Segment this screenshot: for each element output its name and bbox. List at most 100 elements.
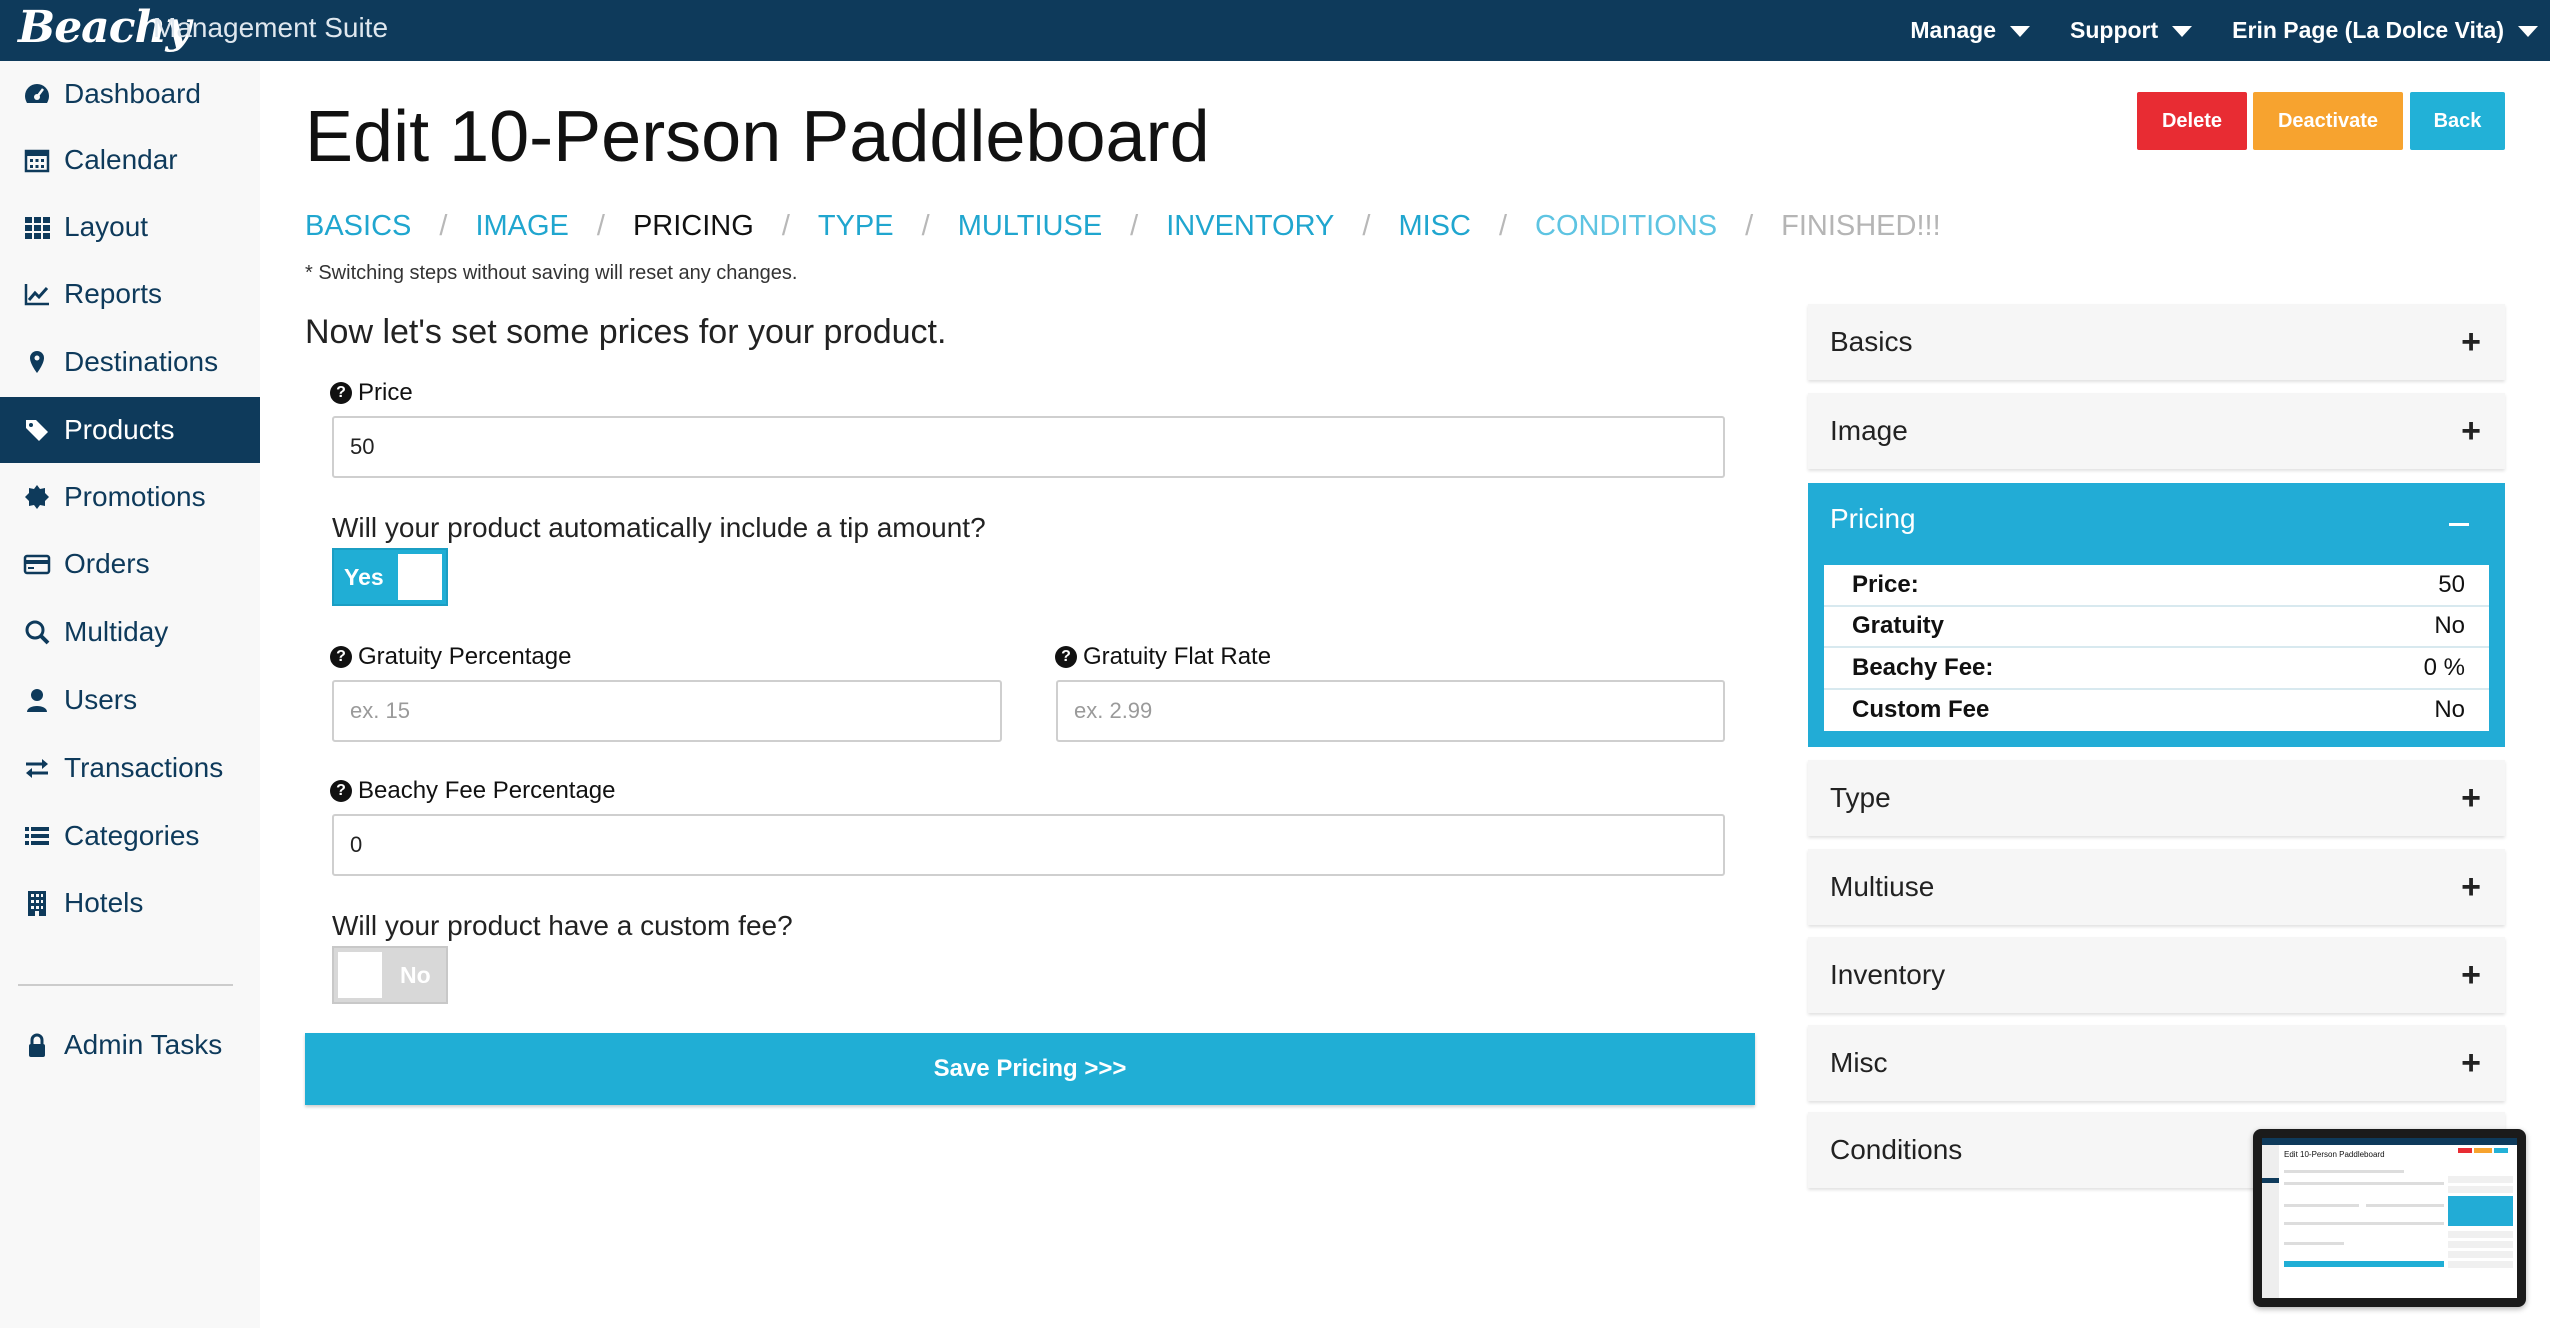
question-circle-icon[interactable]: ? bbox=[330, 780, 352, 802]
summary-key: Beachy Fee: bbox=[1852, 653, 1994, 681]
sidebar-item-label: Users bbox=[64, 684, 138, 715]
sidebar-item-promotions[interactable]: Promotions bbox=[0, 464, 260, 530]
accordion-basics[interactable]: Basics + bbox=[1808, 304, 2505, 380]
thumbnail-save bbox=[2284, 1261, 2444, 1267]
dashboard-icon bbox=[20, 77, 54, 111]
sidebar-item-products[interactable]: Products bbox=[0, 397, 260, 463]
accordion-pricing: Pricing Price: 50 Gratuity No Beachy Fee… bbox=[1808, 483, 2505, 747]
thumbnail-line bbox=[2366, 1204, 2444, 1207]
accordion-label: Conditions bbox=[1830, 1134, 1963, 1165]
manage-menu[interactable]: Manage bbox=[1910, 17, 2031, 44]
step-type[interactable]: TYPE bbox=[818, 210, 894, 243]
minus-icon[interactable] bbox=[2449, 523, 2469, 526]
grid-icon bbox=[20, 210, 54, 244]
sidebar-item-multiday[interactable]: Multiday bbox=[0, 599, 260, 665]
step-image[interactable]: IMAGE bbox=[475, 210, 568, 243]
beachy-fee-label: ? Beachy Fee Percentage bbox=[330, 777, 616, 805]
calendar-icon bbox=[20, 143, 54, 177]
accordion-inventory[interactable]: Inventory + bbox=[1808, 937, 2505, 1013]
thumbnail-title: Edit 10-Person Paddleboard bbox=[2284, 1150, 2385, 1159]
line-chart-icon bbox=[20, 277, 54, 311]
step-inventory[interactable]: INVENTORY bbox=[1166, 210, 1334, 243]
sidebar-item-label: Multiday bbox=[64, 616, 169, 647]
search-icon bbox=[20, 615, 54, 649]
user-menu-label: Erin Page (La Dolce Vita) bbox=[2232, 17, 2504, 43]
thumbnail-accordion bbox=[2448, 1241, 2513, 1248]
back-button[interactable]: Back bbox=[2410, 92, 2505, 150]
tag-icon bbox=[20, 413, 54, 447]
screen-thumbnail[interactable]: Edit 10-Person Paddleboard bbox=[2253, 1129, 2526, 1307]
step-separator: / bbox=[921, 210, 930, 242]
thumbnail-delete bbox=[2458, 1148, 2472, 1153]
sidebar-item-hotels[interactable]: Hotels bbox=[0, 870, 260, 936]
step-finished: FINISHED!!! bbox=[1781, 210, 1941, 242]
step-pricing: PRICING bbox=[632, 210, 754, 242]
tip-toggle-label: Yes bbox=[344, 563, 384, 590]
custom-fee-toggle[interactable]: No bbox=[332, 946, 448, 1004]
sidebar-item-users[interactable]: Users bbox=[0, 667, 260, 733]
sidebar-item-layout[interactable]: Layout bbox=[0, 194, 260, 260]
user-menu[interactable]: Erin Page (La Dolce Vita) bbox=[2232, 17, 2538, 44]
gratuity-percentage-label: ? Gratuity Percentage bbox=[330, 643, 571, 671]
sidebar-item-admin-tasks[interactable]: Admin Tasks bbox=[0, 1012, 260, 1078]
tip-question: Will your product automatically include … bbox=[332, 512, 986, 543]
accordion-multiuse[interactable]: Multiuse + bbox=[1808, 849, 2505, 925]
sidebar-item-dashboard[interactable]: Dashboard bbox=[0, 61, 260, 127]
custom-fee-toggle-label: No bbox=[400, 961, 431, 988]
question-circle-icon[interactable]: ? bbox=[330, 646, 352, 668]
sidebar-item-calendar[interactable]: Calendar bbox=[0, 127, 260, 193]
step-misc[interactable]: MISC bbox=[1398, 210, 1471, 243]
summary-key: Price: bbox=[1852, 570, 1919, 598]
map-pin-icon bbox=[20, 345, 54, 379]
sidebar-item-transactions[interactable]: Transactions bbox=[0, 735, 260, 801]
sidebar-item-label: Admin Tasks bbox=[64, 1029, 223, 1060]
delete-button[interactable]: Delete bbox=[2137, 92, 2247, 150]
gratuity-percentage-input[interactable] bbox=[332, 680, 1002, 742]
support-menu[interactable]: Support bbox=[2070, 17, 2193, 44]
save-pricing-button[interactable]: Save Pricing >>> bbox=[305, 1033, 1755, 1105]
accordion-type[interactable]: Type + bbox=[1808, 760, 2505, 836]
sidebar-item-categories[interactable]: Categories bbox=[0, 803, 260, 869]
step-multiuse[interactable]: MULTIUSE bbox=[958, 210, 1102, 243]
list-icon bbox=[20, 819, 54, 853]
summary-key: Gratuity bbox=[1852, 612, 1945, 640]
price-label-text: Price bbox=[358, 379, 413, 406]
plus-icon: + bbox=[2461, 411, 2481, 450]
summary-row-custom-fee: Custom Fee No bbox=[1824, 690, 2489, 732]
beachy-fee-input[interactable] bbox=[332, 814, 1725, 876]
sidebar-item-destinations[interactable]: Destinations bbox=[0, 329, 260, 395]
price-label: ? Price bbox=[330, 379, 413, 407]
accordion-misc[interactable]: Misc + bbox=[1808, 1025, 2505, 1101]
gratuity-flat-rate-label: ? Gratuity Flat Rate bbox=[1055, 643, 1271, 671]
deactivate-button[interactable]: Deactivate bbox=[2253, 92, 2403, 150]
accordion-image[interactable]: Image + bbox=[1808, 393, 2505, 469]
sidebar-item-label: Destinations bbox=[64, 346, 219, 377]
sidebar-item-orders[interactable]: Orders bbox=[0, 531, 260, 597]
tip-toggle[interactable]: Yes bbox=[332, 548, 448, 606]
price-input[interactable] bbox=[332, 416, 1725, 478]
gratuity-flat-rate-input[interactable] bbox=[1056, 680, 1725, 742]
building-icon bbox=[20, 886, 54, 920]
top-nav: Manage Support Erin Page (La Dolce Vita) bbox=[1870, 0, 2538, 61]
chevron-down-icon bbox=[2518, 26, 2538, 37]
toggle-knob bbox=[398, 554, 442, 600]
sidebar-item-label: Calendar bbox=[64, 144, 178, 175]
step-conditions[interactable]: CONDITIONS bbox=[1535, 210, 1717, 243]
step-basics[interactable]: BASICS bbox=[305, 210, 411, 243]
summary-row-beachy-fee: Beachy Fee: 0 % bbox=[1824, 648, 2489, 690]
accordion-pricing-header[interactable]: Pricing bbox=[1830, 503, 1916, 535]
badge-icon bbox=[20, 480, 54, 514]
thumbnail-accordion bbox=[2448, 1176, 2513, 1183]
accordion-label: Misc bbox=[1830, 1047, 1888, 1078]
question-circle-icon[interactable]: ? bbox=[1055, 646, 1077, 668]
sidebar-item-label: Hotels bbox=[64, 887, 144, 918]
page-title: Edit 10-Person Paddleboard bbox=[305, 97, 1210, 177]
plus-icon: + bbox=[2461, 778, 2481, 817]
question-circle-icon[interactable]: ? bbox=[330, 382, 352, 404]
sidebar-item-reports[interactable]: Reports bbox=[0, 261, 260, 327]
step-separator: / bbox=[439, 210, 448, 242]
thumbnail-back bbox=[2494, 1148, 2508, 1153]
top-bar: Beachy Management Suite Manage Support E… bbox=[0, 0, 2550, 61]
step-separator: / bbox=[1130, 210, 1139, 242]
sidebar-item-label: Layout bbox=[64, 211, 149, 242]
